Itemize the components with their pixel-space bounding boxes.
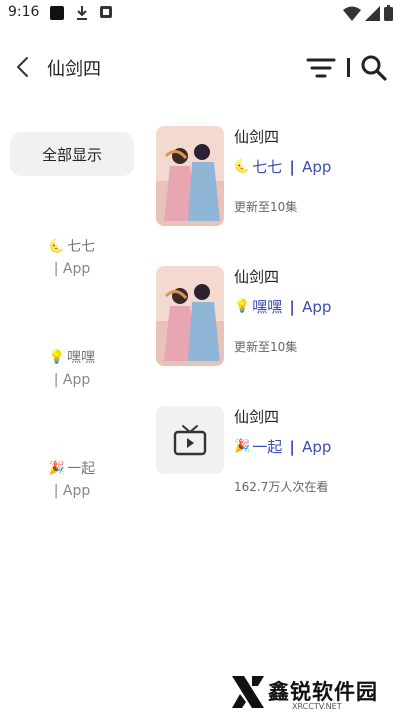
result-title: 仙剑四 <box>234 268 280 286</box>
moon-icon: 🌜 <box>48 238 66 254</box>
result-source-separator: | <box>284 297 301 316</box>
poster-placeholder[interactable] <box>156 406 224 474</box>
watermark-url: XRCCTV.NET <box>292 702 342 711</box>
result-card[interactable]: 仙剑四 🌜 七七 | App 更新至10集 <box>156 126 396 230</box>
bulb-icon: 💡 <box>48 349 66 365</box>
sidebar-item-qiqi[interactable]: 🌜 七七 | App <box>10 236 134 278</box>
poster-image[interactable] <box>156 126 224 226</box>
sidebar-item-name: 一起 <box>67 461 96 477</box>
toolbar-divider <box>347 58 350 77</box>
party-popper-icon: 🎉 <box>234 439 251 454</box>
top-bar: 仙剑四 <box>0 44 405 90</box>
filter-icon[interactable] <box>306 56 336 80</box>
result-source: 🌜 七七 | App <box>234 156 331 177</box>
tv-icon <box>173 425 207 456</box>
sidebar-item-heihei[interactable]: 💡 嘿嘿 | App <box>10 347 134 389</box>
wifi-icon <box>343 6 361 21</box>
result-source-app: App <box>302 157 332 176</box>
result-meta: 162.7万人次在看 <box>234 480 329 494</box>
result-source-separator: | <box>284 437 301 456</box>
result-card[interactable]: 仙剑四 💡 嘿嘿 | App 更新至10集 <box>156 266 396 370</box>
status-bar: 9:16 <box>0 0 405 28</box>
sidebar-item-app: App <box>62 261 91 277</box>
sidebar-item-name: 嘿嘿 <box>67 350 96 366</box>
search-icon[interactable] <box>360 54 388 82</box>
poster-image[interactable] <box>156 266 224 366</box>
sidebar-item-app: App <box>62 372 91 388</box>
battery-icon <box>384 5 393 21</box>
party-popper-icon: 🎉 <box>48 460 66 476</box>
sidebar-item-yiqi[interactable]: 🎉 一起 | App <box>10 458 134 500</box>
result-source-separator: | <box>284 157 301 176</box>
status-time: 9:16 <box>8 4 40 20</box>
result-source-name: 嘿嘿 <box>252 298 283 316</box>
result-title: 仙剑四 <box>234 128 280 146</box>
result-meta: 更新至10集 <box>234 340 298 354</box>
bulb-icon: 💡 <box>234 299 251 314</box>
sidebar-item-app: App <box>62 483 91 499</box>
sidebar-item-separator: | <box>53 372 63 388</box>
watermark-logo-icon <box>232 676 264 708</box>
watermark: 鑫锐软件园 XRCCTV.NET <box>228 672 398 716</box>
result-source: 🎉 一起 | App <box>234 436 331 457</box>
result-title: 仙剑四 <box>234 408 280 426</box>
sidebar-item-separator: | <box>53 483 63 499</box>
result-source-name: 七七 <box>252 158 283 176</box>
download-icon <box>77 6 87 20</box>
sidebar-item-separator: | <box>53 261 63 277</box>
result-source-app: App <box>302 437 332 456</box>
result-source: 💡 嘿嘿 | App <box>234 296 331 317</box>
notification-square-icon <box>50 6 64 20</box>
moon-icon: 🌜 <box>234 159 251 174</box>
result-source-app: App <box>302 297 332 316</box>
show-all-button[interactable]: 全部显示 <box>10 132 134 176</box>
sidebar-item-name: 七七 <box>67 239 96 255</box>
result-source-name: 一起 <box>252 438 283 456</box>
back-arrow-icon[interactable] <box>12 54 34 80</box>
app-notification-icon <box>100 6 112 18</box>
result-meta: 更新至10集 <box>234 200 298 214</box>
signal-icon <box>365 5 380 21</box>
result-card[interactable]: 仙剑四 🎉 一起 | App 162.7万人次在看 <box>156 406 396 510</box>
page-title: 仙剑四 <box>47 59 101 80</box>
